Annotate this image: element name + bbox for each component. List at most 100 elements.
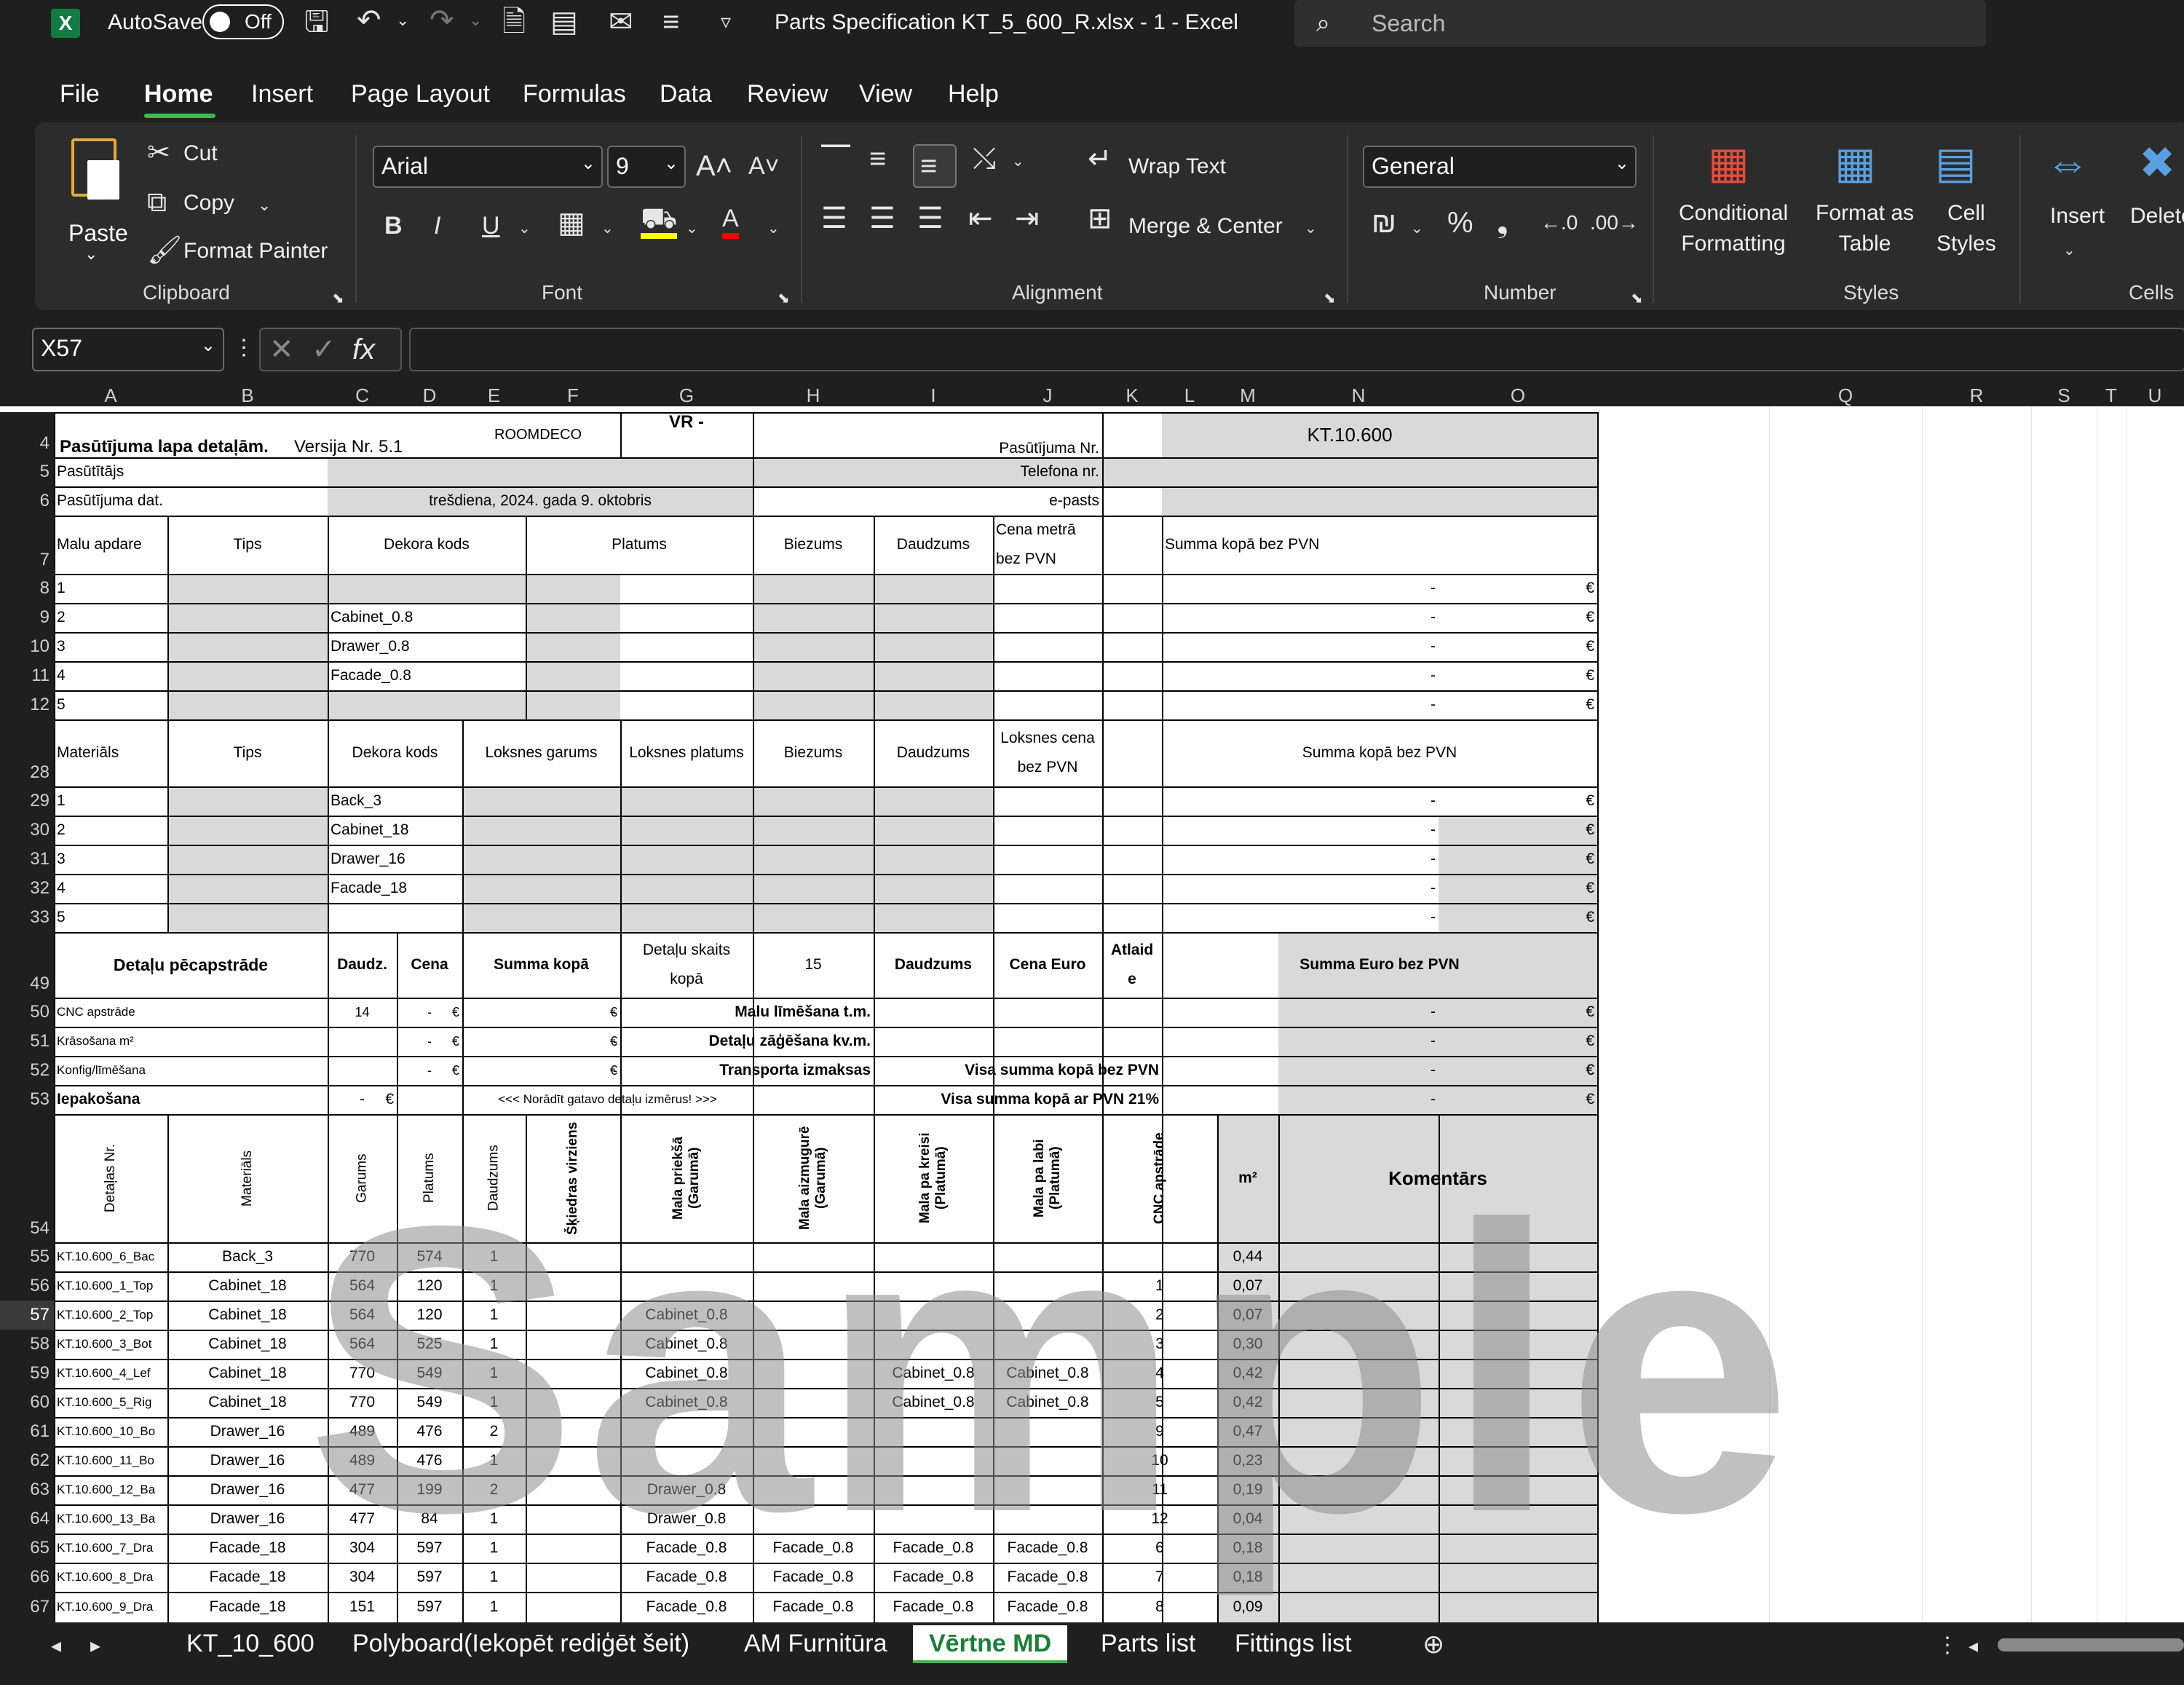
new-file-icon[interactable]: 🗎 bbox=[502, 7, 526, 36]
part-edge-back[interactable] bbox=[753, 1242, 874, 1271]
part-qty[interactable]: 2 bbox=[462, 1417, 526, 1446]
tab-data[interactable]: Data bbox=[660, 80, 712, 108]
undo-icon[interactable]: ↶ bbox=[357, 6, 381, 35]
tab-view[interactable]: View bbox=[859, 80, 912, 108]
tab-page-layout[interactable]: Page Layout bbox=[351, 80, 490, 108]
font-launcher-icon[interactable]: ⬊ bbox=[778, 284, 790, 313]
more-options-icon[interactable]: ⋮ bbox=[1936, 1631, 1958, 1660]
row-header[interactable]: 5 bbox=[0, 457, 54, 486]
part-width[interactable]: 476 bbox=[397, 1446, 462, 1475]
row-header[interactable]: 56 bbox=[0, 1271, 54, 1301]
part-length[interactable]: 151 bbox=[328, 1592, 397, 1622]
part-cnc[interactable] bbox=[1102, 1242, 1217, 1271]
undo-dropdown-icon[interactable]: ⌄ bbox=[396, 6, 409, 35]
wrap-text-icon[interactable]: ↵ bbox=[1088, 144, 1112, 173]
part-qty[interactable]: 1 bbox=[462, 1592, 526, 1622]
part-material[interactable]: Drawer_16 bbox=[167, 1446, 328, 1475]
part-edge-right[interactable]: Facade_0.8 bbox=[993, 1592, 1102, 1622]
merge-center-icon[interactable]: ⊞ bbox=[1088, 204, 1112, 233]
part-edge-right[interactable] bbox=[993, 1446, 1102, 1475]
insert-function-icon[interactable]: fx bbox=[352, 335, 375, 364]
part-edge-front[interactable] bbox=[620, 1417, 753, 1446]
column-header[interactable]: J bbox=[993, 384, 1102, 406]
part-edge-front[interactable]: Facade_0.8 bbox=[620, 1592, 753, 1622]
part-edge-right[interactable] bbox=[993, 1504, 1102, 1534]
tab-help[interactable]: Help bbox=[948, 80, 999, 108]
part-material[interactable]: Drawer_16 bbox=[167, 1475, 328, 1504]
part-cnc[interactable]: 10 bbox=[1102, 1446, 1217, 1475]
scroll-right-icon[interactable]: ▸ bbox=[90, 1631, 100, 1660]
material-row-code[interactable]: Facade_18 bbox=[328, 874, 462, 903]
redo-icon[interactable]: ↷ bbox=[430, 6, 454, 35]
column-header[interactable]: E bbox=[462, 384, 526, 406]
italic-icon[interactable]: I bbox=[434, 211, 440, 240]
part-edge-back[interactable] bbox=[753, 1504, 874, 1534]
processing-row-qty[interactable]: 14 bbox=[328, 998, 397, 1027]
part-cnc[interactable]: 9 bbox=[1102, 1417, 1217, 1446]
part-cnc[interactable]: 8 bbox=[1102, 1592, 1217, 1622]
name-box[interactable]: X57 ⌄ bbox=[32, 328, 224, 371]
part-edge-front[interactable]: Cabinet_0.8 bbox=[620, 1359, 753, 1388]
column-header[interactable]: H bbox=[753, 384, 874, 406]
row-header[interactable]: 55 bbox=[0, 1242, 54, 1271]
part-edge-left[interactable]: Facade_0.8 bbox=[874, 1563, 993, 1592]
column-header[interactable]: C bbox=[328, 384, 397, 406]
font-name-select[interactable]: Arial ⌄ bbox=[373, 146, 603, 188]
part-edge-left[interactable]: Cabinet_0.8 bbox=[874, 1388, 993, 1417]
row-header[interactable]: 66 bbox=[0, 1563, 54, 1592]
part-qty[interactable]: 1 bbox=[462, 1271, 526, 1301]
row-header[interactable]: 30 bbox=[0, 816, 54, 845]
part-width[interactable]: 120 bbox=[397, 1271, 462, 1301]
part-material[interactable]: Cabinet_18 bbox=[167, 1301, 328, 1330]
part-qty[interactable]: 1 bbox=[462, 1388, 526, 1417]
order-number-value[interactable]: KT.10.600 bbox=[1102, 412, 1597, 457]
clipboard-launcher-icon[interactable]: ⬊ bbox=[332, 284, 344, 313]
row-header[interactable]: 9 bbox=[0, 603, 54, 632]
insert-cells-button[interactable]: Insert bbox=[2050, 204, 2105, 229]
edge-row-code[interactable] bbox=[328, 690, 526, 719]
part-edge-right[interactable]: Cabinet_0.8 bbox=[993, 1388, 1102, 1417]
row-header[interactable]: 49 bbox=[0, 932, 54, 998]
part-edge-front[interactable] bbox=[620, 1242, 753, 1271]
format-as-table-icon[interactable]: ▦ bbox=[1835, 141, 1876, 185]
part-edge-right[interactable] bbox=[993, 1330, 1102, 1359]
customize-toolbar-icon[interactable]: ▿ bbox=[721, 7, 731, 36]
column-header[interactable]: S bbox=[2031, 384, 2097, 406]
part-material[interactable]: Cabinet_18 bbox=[167, 1330, 328, 1359]
row-header[interactable]: 29 bbox=[0, 786, 54, 816]
save-icon[interactable]: 🖫 bbox=[304, 7, 329, 36]
copy-dropdown-icon[interactable]: ⌄ bbox=[258, 191, 271, 220]
currency-format-icon[interactable]: ₪ bbox=[1372, 208, 1396, 237]
part-length[interactable]: 770 bbox=[328, 1388, 397, 1417]
search-box[interactable]: ⌕ Search bbox=[1294, 0, 1986, 47]
column-header[interactable]: Q bbox=[1769, 384, 1922, 406]
date-value[interactable]: trešdiena, 2024. gada 9. oktobris bbox=[328, 486, 753, 516]
tab-formulas[interactable]: Formulas bbox=[523, 80, 626, 108]
part-length[interactable]: 770 bbox=[328, 1359, 397, 1388]
part-edge-back[interactable] bbox=[753, 1417, 874, 1446]
part-cnc[interactable]: 1 bbox=[1102, 1271, 1217, 1301]
part-cnc[interactable]: 3 bbox=[1102, 1330, 1217, 1359]
paste-button[interactable]: Paste ⌄ bbox=[66, 138, 128, 263]
delete-cells-button[interactable]: Delete bbox=[2130, 204, 2184, 229]
row-header[interactable]: 8 bbox=[0, 574, 54, 603]
row-header[interactable]: 52 bbox=[0, 1056, 54, 1085]
tab-file[interactable]: File bbox=[60, 80, 100, 108]
part-width[interactable]: 549 bbox=[397, 1359, 462, 1388]
part-edge-back[interactable] bbox=[753, 1446, 874, 1475]
part-edge-right[interactable] bbox=[993, 1271, 1102, 1301]
material-row-code[interactable]: Drawer_16 bbox=[328, 845, 462, 874]
merge-dropdown-icon[interactable]: ⌄ bbox=[1305, 214, 1317, 243]
formula-input[interactable] bbox=[409, 328, 2184, 371]
add-sheet-icon[interactable]: ⊕ bbox=[1423, 1630, 1444, 1659]
processing-row-qty[interactable] bbox=[328, 1056, 397, 1085]
part-edge-left[interactable] bbox=[874, 1475, 993, 1504]
font-color-icon[interactable]: A bbox=[722, 204, 739, 239]
merge-center-button[interactable]: Merge & Center bbox=[1128, 214, 1283, 239]
bold-icon[interactable]: B bbox=[384, 211, 403, 240]
part-edge-back[interactable] bbox=[753, 1388, 874, 1417]
conditional-formatting-icon[interactable]: ▦ bbox=[1708, 141, 1749, 185]
row-header[interactable]: 54 bbox=[0, 1114, 54, 1242]
part-material[interactable]: Cabinet_18 bbox=[167, 1388, 328, 1417]
part-edge-back[interactable] bbox=[753, 1359, 874, 1388]
